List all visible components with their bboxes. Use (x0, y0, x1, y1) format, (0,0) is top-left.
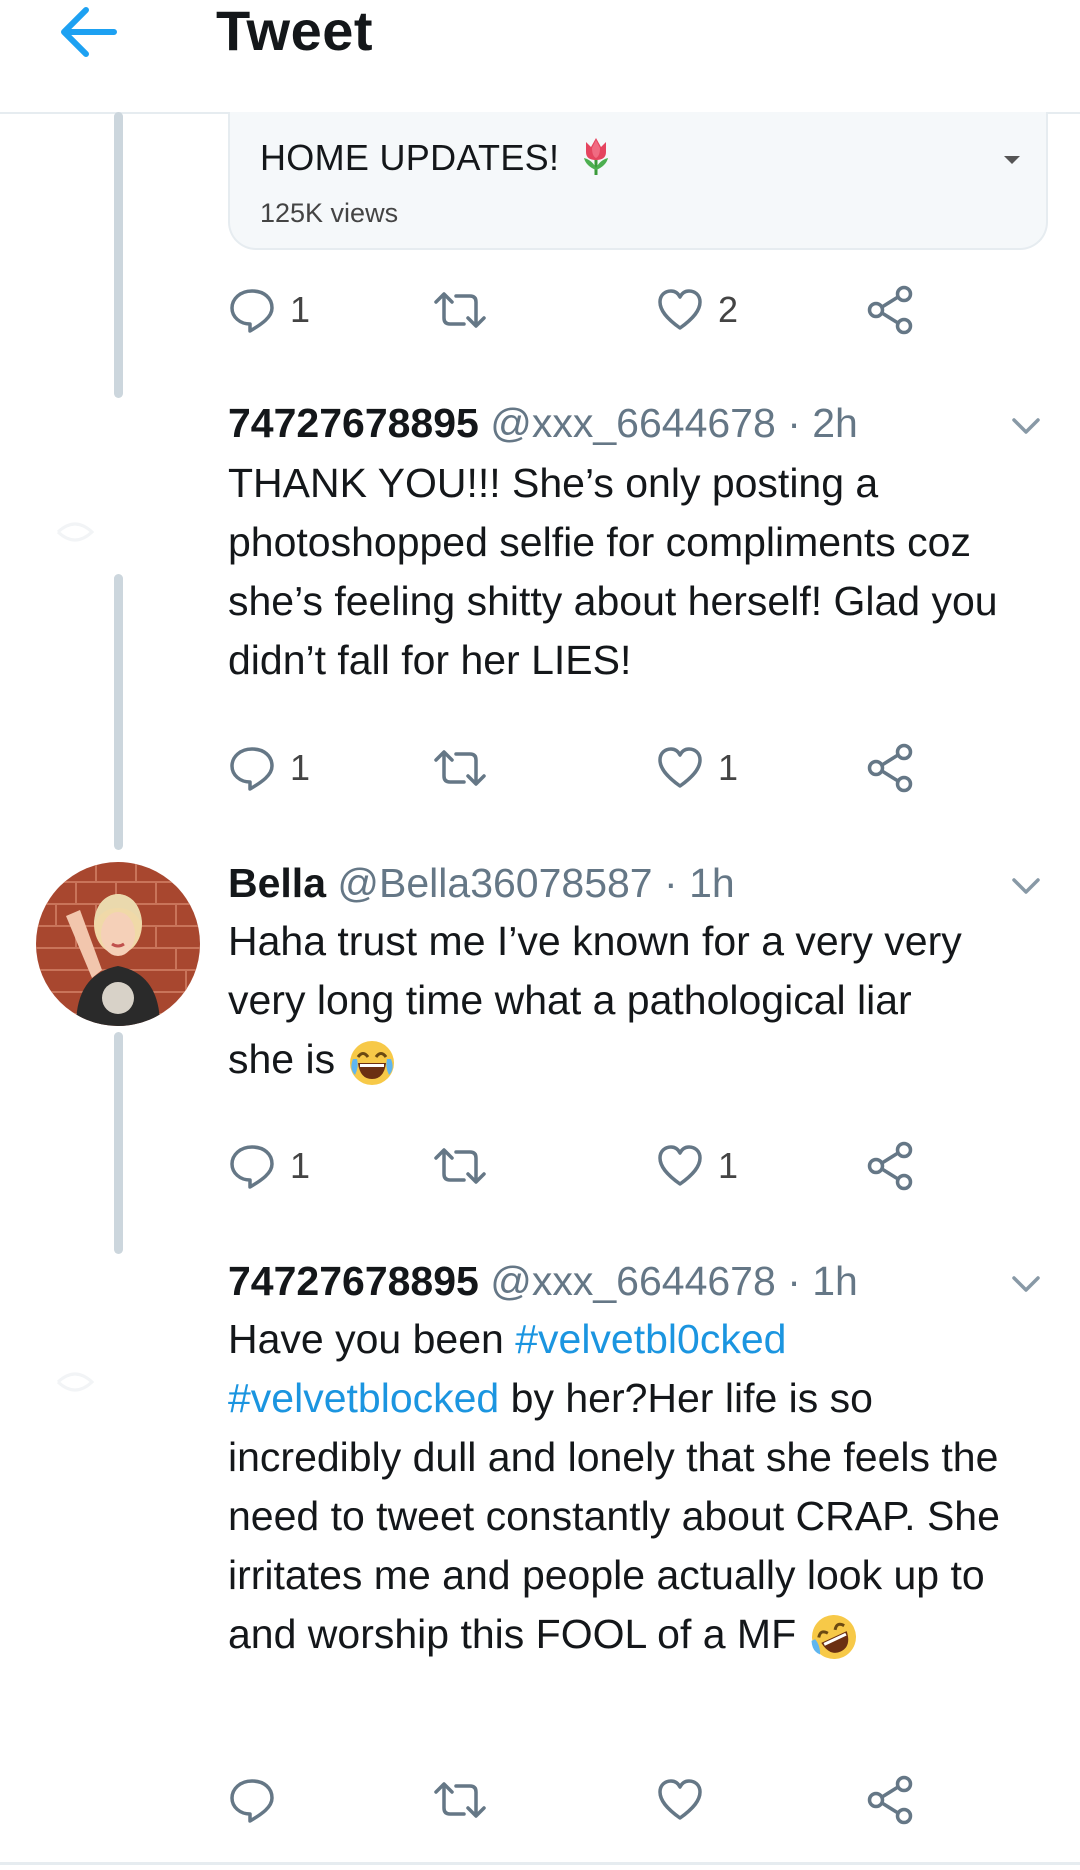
tweet-text-line: very long time what a pathological liar (228, 977, 912, 1023)
hashtag-link[interactable]: #velvetbl0cked (515, 1316, 786, 1362)
retweet-button[interactable] (432, 1136, 502, 1196)
thread-connector (114, 574, 123, 850)
tweet-text-line-end: she is (228, 1036, 336, 1082)
tweet-text: Have you been #velvetbl0cked #velvetbloc… (228, 1310, 1048, 1664)
display-name[interactable]: 74727678895 (228, 400, 479, 446)
retweet-button[interactable] (432, 738, 502, 798)
laughing-emoji-icon (347, 1036, 397, 1086)
retweet-icon (434, 1782, 486, 1818)
heart-icon (658, 747, 702, 788)
faded-icon (56, 522, 95, 542)
retweet-button[interactable] (432, 1770, 502, 1830)
timestamp: · 1h (664, 860, 735, 906)
reply-icon (230, 747, 274, 791)
hashtag-link[interactable]: #velvetblocked (228, 1375, 499, 1421)
tweet-actions: 1 2 (228, 280, 928, 340)
reply-button[interactable] (228, 1770, 290, 1830)
share-button[interactable] (864, 1136, 916, 1196)
reply-button[interactable]: 1 (228, 1136, 310, 1196)
reply-icon (230, 289, 274, 333)
reply-count: 1 (290, 1145, 311, 1186)
share-button[interactable] (864, 1770, 916, 1830)
top-app-bar: Tweet (0, 0, 1080, 114)
heart-icon (658, 1145, 702, 1186)
share-button[interactable] (864, 738, 916, 798)
rolling-laughing-emoji-icon (808, 1611, 860, 1660)
card-title: HOME UPDATES! (260, 136, 614, 185)
tweet-text-line: she is (228, 1030, 1048, 1089)
tweet-actions (228, 1770, 928, 1830)
tweet-text-line: Haha trust me I’ve known for a very very (228, 918, 962, 964)
faded-icon (56, 1372, 95, 1392)
chevron-down-icon[interactable] (1010, 876, 1042, 898)
reply-count: 1 (290, 747, 311, 788)
card-preview[interactable]: HOME UPDATES! 125K views (228, 112, 1048, 250)
retweet-icon (434, 292, 486, 328)
like-button[interactable]: 1 (656, 738, 738, 798)
display-name[interactable]: 74727678895 (228, 1258, 479, 1304)
like-count: 1 (718, 747, 739, 788)
retweet-button[interactable] (432, 280, 502, 340)
share-icon (867, 743, 913, 793)
timestamp: · 2h (787, 400, 858, 446)
reply-count: 1 (290, 289, 311, 330)
share-button[interactable] (864, 280, 916, 340)
like-count: 1 (718, 1145, 739, 1186)
user-handle[interactable]: @xxx_6644678 (490, 1258, 776, 1304)
card-dropdown-icon[interactable] (998, 150, 1026, 170)
card-title-text: HOME UPDATES! (260, 137, 560, 179)
like-button[interactable]: 1 (656, 1136, 738, 1196)
tweet-header: 74727678895 @xxx_6644678 · 1h (228, 1258, 858, 1305)
card-view-count: 125K views (260, 198, 399, 228)
display-name[interactable]: Bella (228, 860, 326, 906)
reply-button[interactable]: 1 (228, 738, 310, 798)
tweet-actions: 1 1 (228, 1136, 928, 1196)
avatar[interactable] (36, 862, 200, 1026)
user-handle[interactable]: @Bella36078587 (337, 860, 652, 906)
share-icon (867, 285, 913, 335)
timestamp: · 1h (787, 1258, 858, 1304)
thread-connector (114, 1032, 123, 1254)
heart-icon (658, 289, 702, 330)
like-button[interactable] (656, 1770, 718, 1830)
reply-icon (230, 1145, 274, 1189)
retweet-icon (434, 1148, 486, 1184)
tweet-header: Bella @Bella36078587 · 1h (228, 860, 735, 907)
back-arrow-icon[interactable] (52, 2, 124, 62)
tweet-text: Haha trust me I’ve known for a very very… (228, 912, 1048, 1089)
reply-button[interactable]: 1 (228, 280, 310, 340)
page-title: Tweet (216, 0, 374, 62)
share-icon (867, 1775, 913, 1825)
tweet-text: THANK YOU!!! She’s only posting a photos… (228, 460, 998, 683)
reply-icon (230, 1779, 274, 1823)
chevron-down-icon[interactable] (1010, 1274, 1042, 1296)
heart-icon (658, 1779, 702, 1820)
retweet-icon (434, 750, 486, 786)
tweet-actions: 1 1 (228, 738, 928, 798)
chevron-down-icon[interactable] (1010, 416, 1042, 438)
divider (0, 1862, 1080, 1865)
user-handle[interactable]: @xxx_6644678 (490, 400, 776, 446)
thread-connector (114, 112, 123, 398)
tweet-header: 74727678895 @xxx_6644678 · 2h (228, 400, 858, 447)
share-icon (867, 1141, 913, 1191)
like-button[interactable]: 2 (656, 280, 738, 340)
tulip-emoji-icon (578, 136, 614, 185)
tweet-text-start: Have you been (228, 1316, 504, 1362)
like-count: 2 (718, 289, 739, 330)
